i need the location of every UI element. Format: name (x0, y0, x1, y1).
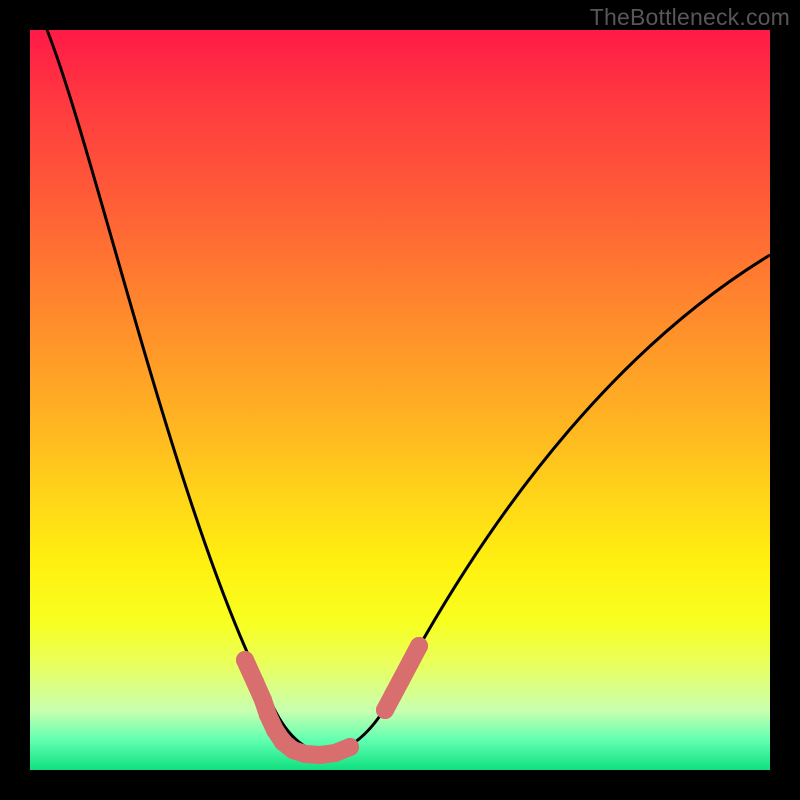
emphasis-right-dot (392, 671, 410, 689)
chart-svg (30, 30, 770, 770)
watermark-text: TheBottleneck.com (590, 4, 790, 31)
emphasis-left-dot (341, 738, 359, 756)
emphasis-segment-right (376, 637, 428, 719)
plot-area (30, 30, 770, 770)
chart-frame: TheBottleneck.com (0, 0, 800, 800)
emphasis-right-dot (410, 637, 428, 655)
emphasis-segment-left (236, 651, 359, 764)
emphasis-left-dot (246, 673, 264, 691)
bottleneck-curve (47, 30, 770, 753)
emphasis-right-dot (401, 654, 419, 672)
emphasis-left-dot (236, 651, 254, 669)
